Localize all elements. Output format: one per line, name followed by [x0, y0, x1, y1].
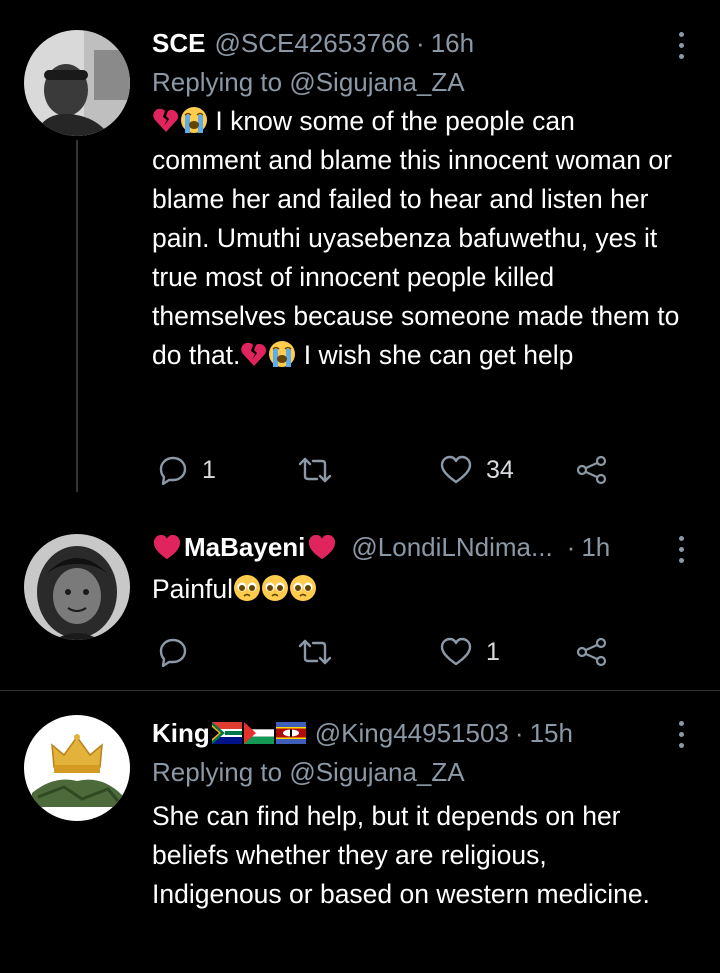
more-options-icon[interactable] — [676, 30, 686, 62]
like-button[interactable]: 34 — [440, 450, 514, 490]
share-icon — [576, 637, 607, 667]
replying-to-line: Replying to @Sigujana_ZA — [152, 65, 680, 99]
reply-count: 1 — [202, 455, 216, 484]
user-handle[interactable]: @SCE42653766 — [214, 26, 410, 60]
retweet-button[interactable] — [298, 632, 332, 672]
like-count: 34 — [486, 455, 514, 484]
tweet-header: King @King44951503 · 15h — [152, 716, 680, 750]
retweet-icon — [298, 457, 332, 483]
heart-icon — [440, 455, 472, 484]
more-options-icon[interactable] — [676, 719, 686, 751]
south-africa-flag-icon — [211, 722, 242, 744]
avatar-mabayeni[interactable] — [24, 534, 130, 640]
tweet-header: MaBayeni @LondiLNdima... · 1h — [152, 530, 680, 564]
crying-face-icon — [181, 107, 207, 133]
avatar-king[interactable] — [24, 715, 130, 821]
user-handle[interactable]: @King44951503 — [315, 716, 509, 750]
broken-heart-icon — [241, 342, 267, 366]
tweet-header: SCE @SCE42653766 · 16h — [152, 26, 680, 60]
separator-dot: · — [514, 718, 524, 748]
display-name[interactable]: King — [152, 716, 306, 750]
heart-icon — [440, 637, 472, 666]
palestine-flag-icon — [243, 722, 274, 744]
pleading-face-icon — [234, 575, 261, 601]
display-name[interactable]: SCE — [152, 26, 205, 60]
timestamp[interactable]: 1h — [581, 530, 610, 564]
display-name-text: MaBayeni — [184, 532, 306, 562]
retweet-icon — [298, 639, 332, 665]
replying-prefix: Replying to — [152, 67, 283, 97]
tweet-king[interactable]: King @King44951503 · 15h Replying to @Si… — [0, 691, 720, 973]
reply-icon — [159, 456, 187, 485]
tweet-sce[interactable]: SCE @SCE42653766 · 16h Replying to @Sigu… — [0, 0, 720, 500]
pleading-face-icon — [262, 575, 289, 601]
tweet-text: I know some of the people can comment an… — [152, 102, 680, 375]
separator-dot: · — [416, 28, 425, 58]
tweet-text-end: I wish she can get help — [296, 340, 574, 370]
tweet-text-main: Painful — [152, 574, 234, 604]
replying-prefix: Replying to — [152, 757, 283, 787]
display-name[interactable]: MaBayeni — [152, 530, 337, 564]
like-button[interactable]: 1 — [440, 632, 500, 672]
display-name-text: King — [152, 718, 210, 748]
reply-icon — [159, 638, 187, 667]
tweet-text-main: She can find help, but it depends on her… — [152, 801, 650, 909]
retweet-button[interactable] — [298, 450, 332, 490]
eswatini-flag-icon — [275, 722, 306, 744]
tweet-text: Painful — [152, 570, 680, 609]
crying-face-icon — [269, 341, 296, 367]
reply-button[interactable] — [158, 632, 202, 672]
timestamp[interactable]: 15h — [530, 716, 573, 750]
like-count: 1 — [486, 637, 500, 666]
replying-mention[interactable]: @Sigujana_ZA — [289, 757, 464, 787]
avatar-sce[interactable] — [24, 30, 130, 136]
tweet-text-main: I know some of the people can comment an… — [152, 106, 680, 370]
tweet-actions: 1 — [152, 632, 632, 672]
timestamp[interactable]: 16h — [431, 26, 474, 60]
thread-line — [76, 140, 78, 492]
share-button[interactable] — [576, 632, 608, 672]
replying-to-line: Replying to @Sigujana_ZA — [152, 755, 680, 789]
share-button[interactable] — [576, 450, 608, 490]
tweet-text: She can find help, but it depends on her… — [152, 797, 680, 914]
reply-button[interactable]: 1 — [158, 450, 216, 490]
more-options-icon[interactable] — [676, 534, 686, 566]
pleading-face-icon — [290, 575, 317, 601]
user-handle[interactable]: @LondiLNdima... — [351, 530, 552, 564]
tweet-mabayeni[interactable]: MaBayeni @LondiLNdima... · 1h Painful 1 — [0, 500, 720, 690]
replying-mention[interactable]: @Sigujana_ZA — [289, 67, 464, 97]
broken-heart-icon — [153, 108, 179, 132]
share-icon — [576, 455, 607, 485]
separator-dot: · — [566, 532, 576, 562]
red-heart-icon — [309, 534, 336, 560]
tweet-actions: 1 34 — [152, 450, 632, 490]
red-heart-icon — [153, 534, 181, 560]
